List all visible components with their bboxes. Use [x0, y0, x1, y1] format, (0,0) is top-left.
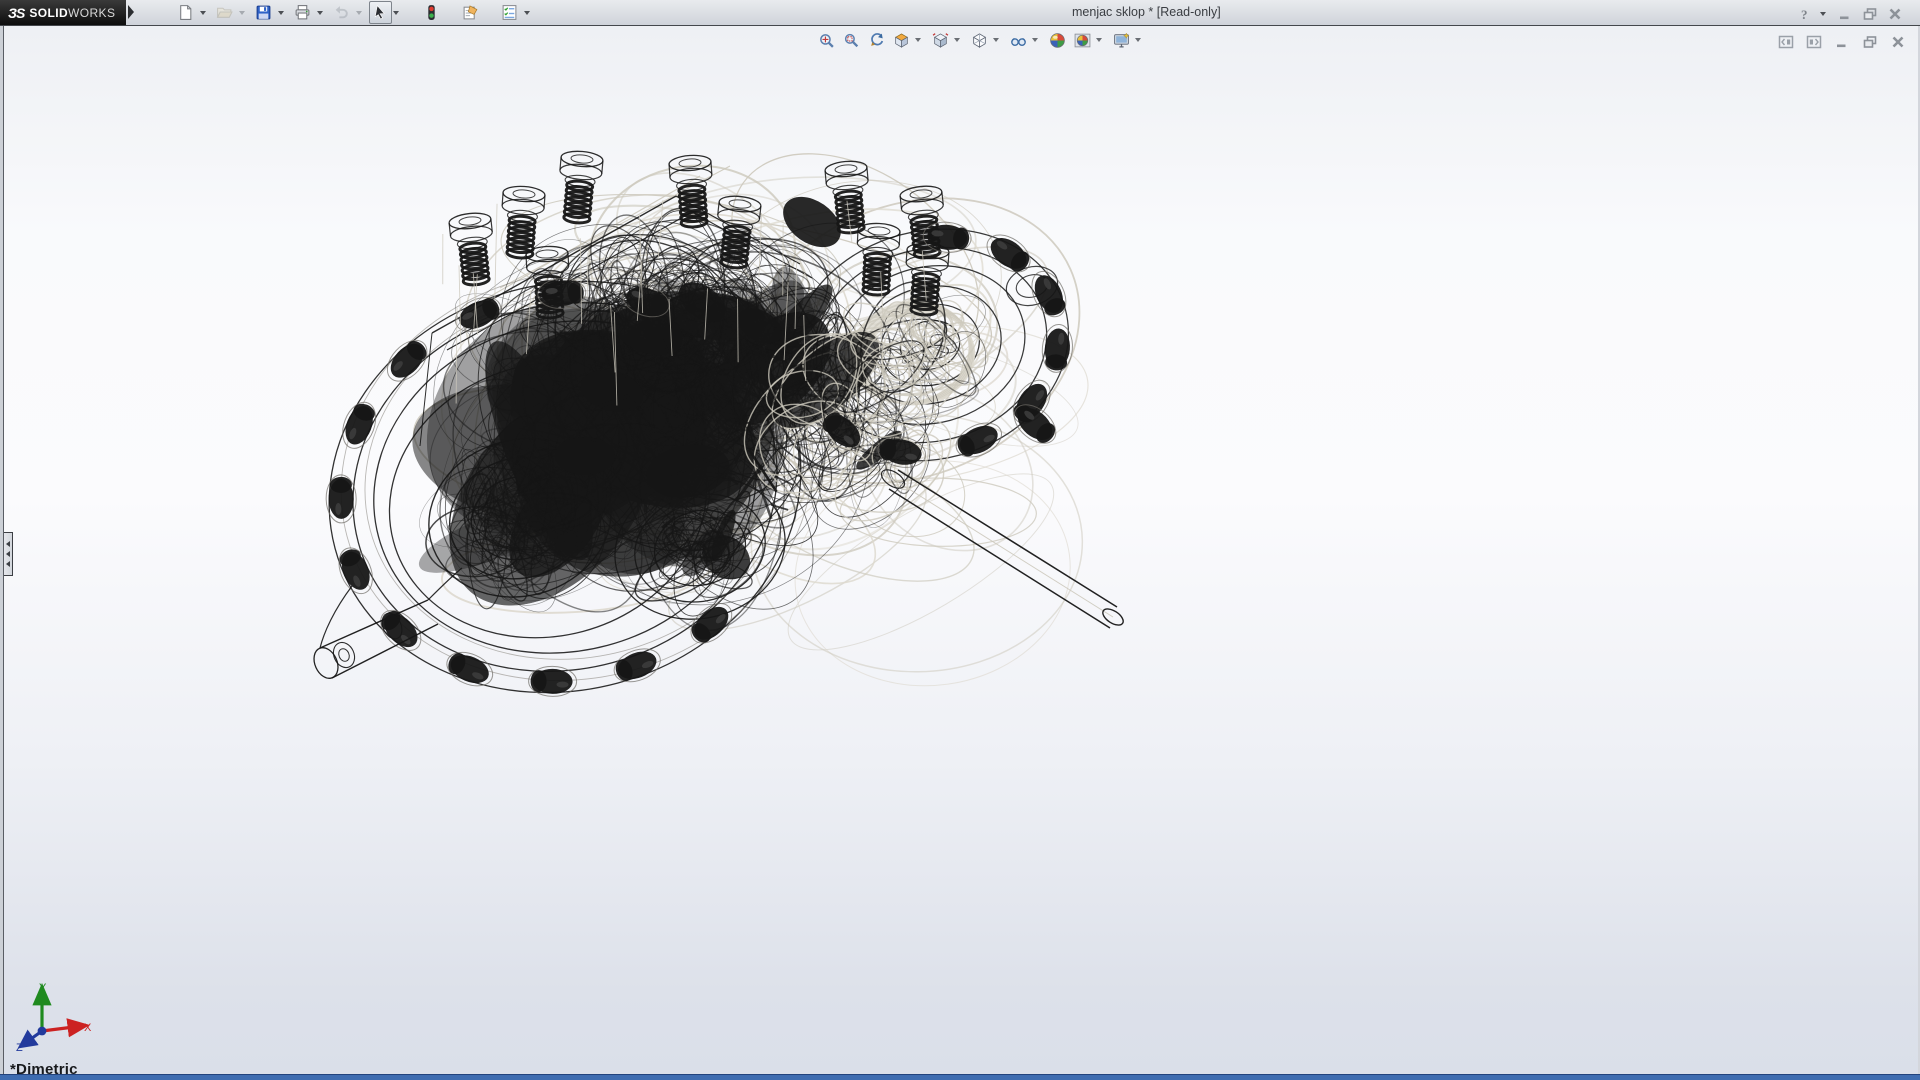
collapse-left-pane-button[interactable]: [1774, 32, 1798, 52]
open-folder-icon: [216, 4, 233, 21]
collapse-right-pane-button[interactable]: [1802, 32, 1826, 52]
view-cube-icon: [932, 32, 949, 49]
new-doc-icon: [177, 4, 194, 21]
triad-z-label: Z: [16, 1042, 23, 1054]
pane-right-icon: [1806, 34, 1822, 50]
appearance-ball-icon: [1049, 32, 1066, 49]
save-button-dropdown[interactable]: [278, 11, 284, 15]
apply-scene-button[interactable]: [1071, 29, 1093, 51]
hide-show-items-button[interactable]: [1007, 29, 1029, 51]
close-document-button[interactable]: [1886, 32, 1910, 52]
solidworks-logo-text-light: WORKS: [68, 6, 115, 20]
options-checklist-button[interactable]: [498, 1, 521, 24]
window-title: menjac sklop * [Read-only]: [1072, 5, 1221, 19]
interference-status-button[interactable]: [420, 1, 443, 24]
main-toolbar: [172, 1, 535, 24]
options-checklist-button-dropdown[interactable]: [524, 11, 530, 15]
win-restore-icon: [1862, 34, 1878, 50]
display-style-button-dropdown[interactable]: [993, 38, 999, 42]
win-close-icon: [1890, 34, 1906, 50]
win-min-icon: [1834, 34, 1850, 50]
section-view-icon: [893, 32, 910, 49]
titlebar: ЗS SOLIDWORKS menjac sklop * [Read-only]…: [0, 0, 1920, 26]
note-edit-icon: [462, 4, 479, 21]
view-orientation-button[interactable]: [929, 29, 951, 51]
select-cursor-icon: [372, 4, 389, 21]
help-button[interactable]: ?: [1794, 2, 1817, 25]
print-button[interactable]: [291, 1, 314, 24]
undo-button-dropdown: [356, 11, 362, 15]
help-icon: ?: [1798, 6, 1814, 22]
open-document-button-dropdown: [239, 11, 245, 15]
solidworks-logo-text-bold: SOLID: [29, 6, 68, 20]
new-document-button-dropdown[interactable]: [200, 11, 206, 15]
print-button-dropdown[interactable]: [317, 11, 323, 15]
checklist-icon: [501, 4, 518, 21]
win-restore-icon: [1862, 6, 1878, 22]
print-icon: [294, 4, 311, 21]
restore-window-button[interactable]: [1858, 2, 1881, 25]
close-window-button[interactable]: [1883, 2, 1906, 25]
edit-appearance-button[interactable]: [1046, 29, 1068, 51]
minimize-document-button[interactable]: [1830, 32, 1854, 52]
svg-text:?: ?: [1801, 7, 1808, 22]
zoom-to-area-button[interactable]: [840, 29, 862, 51]
model-3d-wireframe[interactable]: [0, 26, 1920, 1075]
view-settings-icon: [1113, 32, 1130, 49]
solidworks-brand-mark-icon: ЗS: [8, 5, 24, 21]
open-document-button: [213, 1, 236, 24]
triad-x-axis: [42, 1027, 74, 1031]
hide-show-glasses-icon: [1010, 32, 1027, 49]
triad-y-label: Y: [39, 982, 47, 994]
win-min-icon: [1837, 6, 1853, 22]
window-frame-left: [0, 26, 4, 1075]
toolbar-expand-handle-icon[interactable]: [128, 5, 134, 19]
view-orientation-button-dropdown[interactable]: [954, 38, 960, 42]
restore-document-button[interactable]: [1858, 32, 1882, 52]
window-controls: ?: [1792, 2, 1906, 25]
view-settings-button[interactable]: [1110, 29, 1132, 51]
triad-origin: [38, 1027, 47, 1036]
apply-scene-button-dropdown[interactable]: [1096, 38, 1102, 42]
pane-left-icon: [1778, 34, 1794, 50]
traffic-light-icon: [423, 4, 440, 21]
new-document-button[interactable]: [174, 1, 197, 24]
minimize-window-button[interactable]: [1833, 2, 1856, 25]
view-settings-button-dropdown[interactable]: [1135, 38, 1141, 42]
section-view-button-dropdown[interactable]: [915, 38, 921, 42]
undo-icon: [333, 4, 350, 21]
select-tool-button-dropdown[interactable]: [393, 11, 399, 15]
hide-show-items-button-dropdown[interactable]: [1032, 38, 1038, 42]
graphics-viewport[interactable]: Y X Z *Dimetric: [0, 26, 1920, 1075]
display-style-button[interactable]: [968, 29, 990, 51]
edit-note-button[interactable]: [459, 1, 482, 24]
help-button-dropdown[interactable]: [1820, 12, 1826, 16]
display-style-icon: [971, 32, 988, 49]
save-button[interactable]: [252, 1, 275, 24]
save-icon: [255, 4, 272, 21]
section-view-button[interactable]: [890, 29, 912, 51]
triad-x-label: X: [84, 1022, 92, 1034]
win-close-icon: [1887, 6, 1903, 22]
window-frame-bottom: [0, 1074, 1920, 1080]
zoom-area-icon: [843, 32, 860, 49]
previous-view-icon: [868, 32, 885, 49]
headsup-view-toolbar: [812, 29, 1146, 51]
previous-view-button[interactable]: [865, 29, 887, 51]
zoom-to-fit-button[interactable]: [815, 29, 837, 51]
document-window-controls: [1770, 32, 1910, 52]
zoom-fit-icon: [818, 32, 835, 49]
solidworks-logo: ЗS SOLIDWORKS: [0, 0, 126, 25]
scene-ball-icon: [1074, 32, 1091, 49]
feature-tree-collapsed-tab[interactable]: [3, 532, 13, 576]
undo-button: [330, 1, 353, 24]
select-tool-button[interactable]: [369, 1, 392, 24]
orientation-triad: Y X Z: [8, 981, 104, 1059]
